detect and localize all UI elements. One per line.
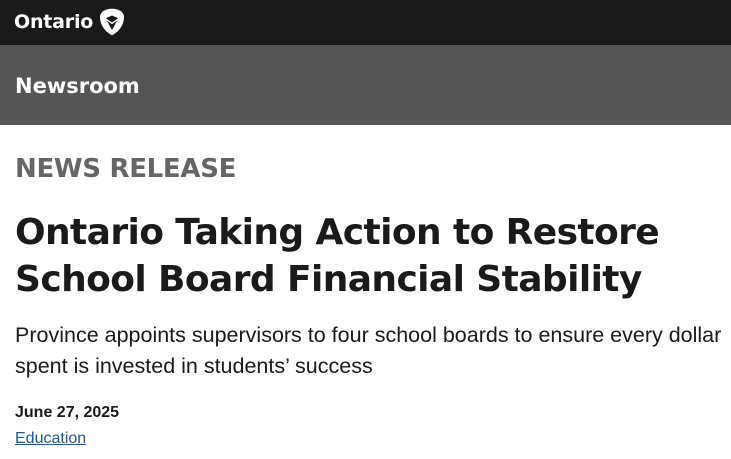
ontario-logo-link[interactable]: Ontario: [14, 7, 126, 37]
article-subheadline: Province appoints supervisors to four sc…: [15, 323, 722, 378]
newsroom-link[interactable]: Newsroom: [15, 74, 140, 98]
newsroom-bar: Newsroom: [0, 45, 731, 125]
news-release-label: NEWS RELEASE: [15, 154, 237, 184]
logo-wordmark: Ontario: [14, 10, 94, 33]
publish-date: June 27, 2025: [15, 404, 120, 421]
category-link-education[interactable]: Education: [15, 428, 86, 450]
page-title: Ontario Taking Action to Restore School …: [15, 212, 660, 300]
trillium-icon: [100, 8, 125, 36]
top-bar: Ontario: [0, 0, 731, 45]
